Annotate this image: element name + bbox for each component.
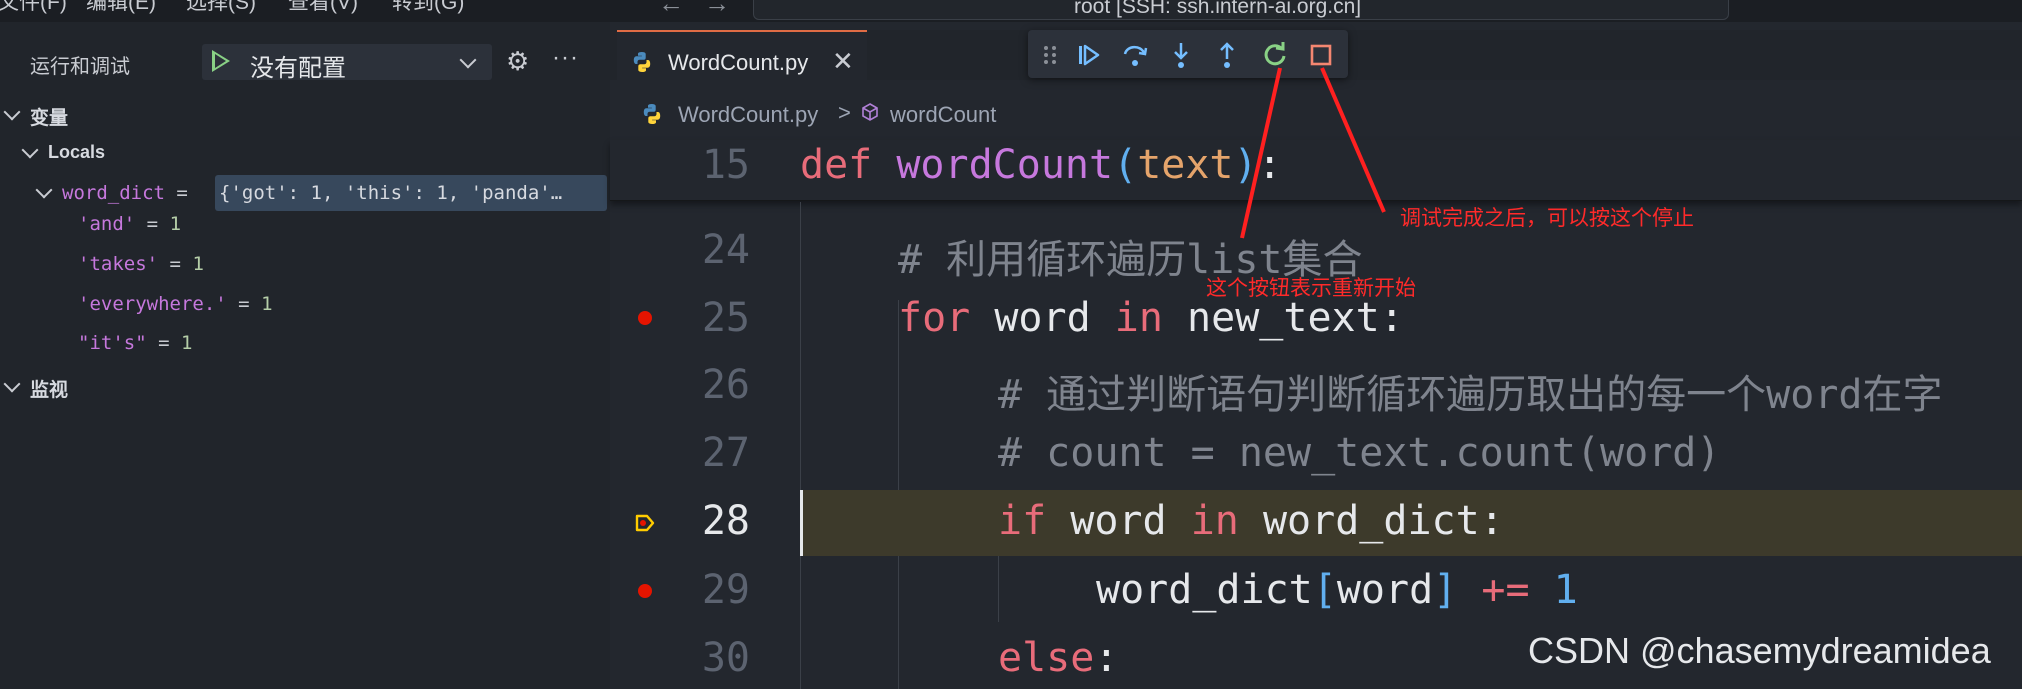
stop-annotation-line: [1320, 67, 1386, 213]
restart-annotation-line: [1240, 67, 1282, 239]
restart-annotation: 这个按钮表示重新开始: [1206, 277, 1416, 300]
watermark: CSDN @chasemydreamidea: [1528, 630, 1991, 671]
stop-annotation: 调试完成之后，可以按这个停止: [1400, 207, 1694, 230]
annotation-lines: [1240, 67, 1386, 239]
